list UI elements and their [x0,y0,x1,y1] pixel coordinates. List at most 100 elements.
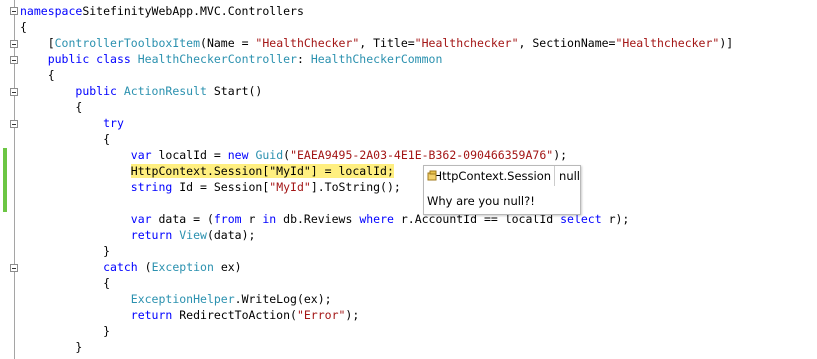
code-line[interactable]: { [20,99,82,115]
code-token: HttpContext.Session["MyId"] = localId; [130,164,394,178]
code-token: namespace [20,4,83,18]
code-token: (Name = [200,36,256,50]
code-token: { [20,132,111,146]
code-line[interactable]: } [20,323,110,339]
code-token: ); [345,308,360,322]
code-token: Guid [248,148,284,162]
code-token: new [227,148,249,162]
code-token: : [296,52,311,66]
code-line[interactable]: var localId = new Guid("EAEA9495-2A03-4E… [20,147,567,163]
code-token: localId = [151,148,228,162]
code-token: ExceptionHelper [130,292,235,306]
code-line[interactable]: } [20,339,82,355]
code-token: public [75,84,117,98]
datatip-comment[interactable]: Why are you null?! [427,194,535,208]
code-line[interactable]: { [20,275,110,291]
code-line[interactable]: public class HealthCheckerController: He… [20,51,443,67]
code-token: { [20,276,111,290]
code-line[interactable]: return View(data); [20,227,256,243]
code-token: catch [103,260,138,274]
fold-toggle-method[interactable] [10,88,18,96]
code-token: )] [719,36,734,50]
code-token: { [20,100,83,114]
code-token: ( [137,260,152,274]
fold-toggle-namespace[interactable] [10,7,18,15]
code-line[interactable]: { [20,19,27,35]
code-token: "Healthchecker" [414,36,519,50]
code-token: , SectionName= [518,36,616,50]
code-token: } [20,324,111,338]
code-token: Id = Session[ [172,180,270,194]
code-token: return [130,228,173,242]
code-token: "Healthchecker" [615,36,720,50]
code-token: data = ( [151,212,214,226]
code-line[interactable]: public ActionResult Start() [20,83,262,99]
code-token: View [172,228,207,242]
code-token: ex) [213,260,242,274]
code-token: ); [553,148,568,162]
code-token: "Error" [296,308,346,322]
code-token: [ [20,36,55,50]
code-line[interactable]: try [20,115,124,131]
datatip-expression: HttpContext.Session [433,166,556,186]
code-token: from [213,212,242,226]
code-token: HealthCheckerCommon [310,52,443,66]
code-token: { [20,68,55,82]
code-line[interactable]: namespaceSitefinityWebApp.MVC.Controller… [20,3,304,19]
fold-toggle-catch[interactable] [10,264,18,272]
datatip-row[interactable]: HttpContext.Session null [424,166,580,186]
code-line[interactable]: return RedirectToAction("Error"); [20,307,360,323]
fold-toggle-class[interactable] [10,56,18,64]
code-token: "EAEA9495-2A03-4E1E-B362-090466359A76" [290,148,554,162]
code-line[interactable]: catch (Exception ex) [20,259,242,275]
code-token: Start() [206,84,263,98]
code-token: ControllerToolboxItem [54,36,201,50]
code-token: { [20,20,27,34]
code-token: , Title= [359,36,415,50]
code-line[interactable]: string Id = Session["MyId"].ToString(); [20,179,401,195]
code-token: var [130,148,152,162]
code-token: ].ToString(); [310,180,401,194]
code-token: var [130,212,152,226]
datatip[interactable]: HttpContext.Session null Why are you nul… [423,165,581,215]
code-line[interactable]: } [20,243,110,259]
code-token: in [262,212,277,226]
code-token: try [103,116,124,130]
code-token: r [241,212,263,226]
code-token: ActionResult [116,84,207,98]
code-token: RedirectToAction( [172,308,297,322]
code-line[interactable]: ExceptionHelper.WriteLog(ex); [20,291,332,307]
code-token: "HealthChecker" [255,36,360,50]
outline-rail [14,0,15,359]
code-line[interactable]: HttpContext.Session["MyId"] = localId; [20,163,394,179]
code-line[interactable]: [ControllerToolboxItem(Name = "HealthChe… [20,35,734,51]
code-token: db.Reviews [276,212,360,226]
code-line[interactable]: { [20,131,110,147]
code-token: "MyId" [269,180,311,194]
code-token: Exception [151,260,214,274]
code-token: return [130,308,173,322]
fold-toggle-attribute[interactable] [10,40,18,48]
code-token: } [20,340,83,354]
code-token: string [130,180,173,194]
pin-icon[interactable] [427,170,437,182]
fold-toggle-try[interactable] [10,120,18,128]
datatip-value[interactable]: null [555,166,580,186]
code-token: } [20,244,111,258]
code-token: r); [601,212,630,226]
code-token: (data); [206,228,256,242]
change-indicator [3,148,7,212]
code-token: where [359,212,394,226]
code-line[interactable]: { [20,67,55,83]
